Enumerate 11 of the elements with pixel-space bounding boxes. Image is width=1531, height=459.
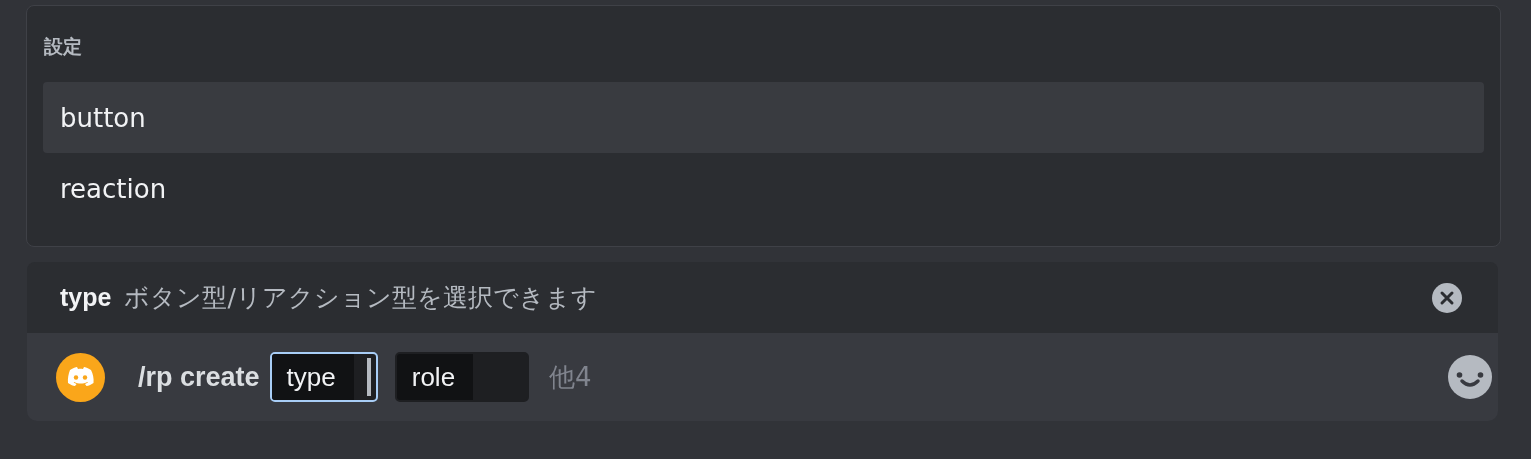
option-chip[interactable]: role [394, 352, 530, 402]
autocomplete-option[interactable]: reaction [43, 153, 1484, 224]
command-name: /rp create [138, 361, 260, 393]
popup-title: 設定 [44, 34, 82, 59]
app-logo-icon [56, 352, 105, 402]
option-description: ボタン型/リアクション型を選択できます [124, 282, 597, 314]
option-chip[interactable]: type [269, 352, 378, 402]
close-icon[interactable] [1432, 282, 1462, 313]
smiley-icon[interactable] [1448, 355, 1492, 399]
option-name: type [60, 283, 112, 312]
autocomplete-option[interactable]: button [43, 82, 1484, 153]
